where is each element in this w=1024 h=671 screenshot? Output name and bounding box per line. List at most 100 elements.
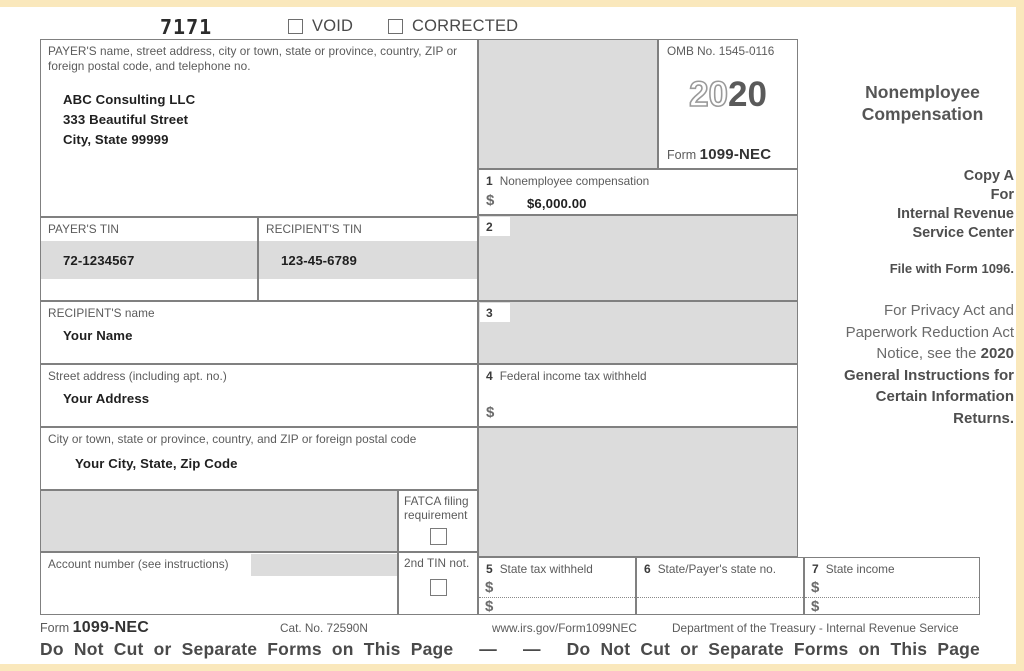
file-with-form-1096: File with Form 1096.: [889, 261, 1014, 276]
page-edge-top: [0, 0, 1024, 7]
box-5-label: State tax withheld: [499, 562, 593, 576]
second-tin-caption: 2nd TIN not.: [404, 556, 470, 570]
box-5-header: 5 State tax withheld: [486, 562, 593, 576]
box-4-header: 4 Federal income tax withheld: [486, 369, 647, 383]
form-grid: PAYER'S name, street address, city or to…: [40, 39, 1014, 615]
box-4-dollar-sign: $: [486, 404, 495, 421]
page-edge-right: [1016, 0, 1024, 671]
box-6-divider: [637, 597, 803, 598]
recipient-city-box[interactable]: City or town, state or province, country…: [40, 427, 478, 490]
tax-year-dim: 20: [688, 75, 729, 115]
copy-line-3: Internal Revenue: [897, 206, 1014, 222]
box-7-label: State income: [825, 562, 895, 576]
recipient-street-caption: Street address (including apt. no.): [48, 369, 227, 383]
box-4-number: 4: [486, 369, 493, 383]
copy-a-column: Copy A For Internal Revenue Service Cent…: [828, 167, 1014, 429]
fatca-checkbox[interactable]: [430, 528, 447, 545]
void-checkbox[interactable]: [288, 19, 303, 34]
box-2: 2: [478, 215, 798, 301]
payer-name-caption: PAYER'S name, street address, city or to…: [48, 44, 458, 73]
box-6-header: 6 State/Payer's state no.: [644, 562, 776, 576]
footer-form-word: Form: [40, 621, 70, 635]
copy-line-2: For: [990, 187, 1014, 203]
fatca-caption: FATCA filing requirement: [404, 494, 469, 522]
do-not-cut-dash-left: —: [479, 639, 497, 659]
box-3-number-tab: [480, 303, 510, 322]
box-7-header: 7 State income: [812, 562, 895, 576]
ocr-form-number: 7171: [160, 15, 213, 39]
second-tin-checkbox[interactable]: [430, 579, 447, 596]
box-1-value: $6,000.00: [527, 196, 587, 211]
box-5-dollar-sign-2: $: [485, 598, 494, 615]
recipient-street-value: Your Address: [63, 391, 150, 406]
box-7-number: 7: [812, 562, 819, 576]
box-2-header: 2: [486, 220, 493, 234]
recipient-street-box[interactable]: Street address (including apt. no.) Your…: [40, 364, 478, 427]
box-5-state-tax-withheld[interactable]: 5 State tax withheld $ $: [478, 557, 636, 615]
form-word: Form: [667, 148, 697, 162]
void-checkbox-group[interactable]: VOID: [288, 17, 353, 36]
box-3: 3: [478, 301, 798, 364]
form-title: Nonemployee Compensation: [830, 81, 1015, 125]
recipient-city-caption: City or town, state or province, country…: [48, 432, 417, 446]
box-1-number: 1: [486, 174, 493, 188]
tax-year: 2020: [659, 75, 797, 115]
box-4-label: Federal income tax withheld: [499, 369, 647, 383]
fatca-caption-line1: FATCA filing: [404, 494, 469, 508]
box-6-number: 6: [644, 562, 651, 576]
box-2-number: 2: [486, 220, 493, 234]
box-7-dollar-sign-1: $: [811, 579, 820, 596]
account-number-box[interactable]: Account number (see instructions): [40, 552, 398, 615]
payer-citystatezip-value: City, State 99999: [63, 132, 169, 147]
form-sheet: 7171 VOID CORRECTED PAYER'S name, street…: [0, 7, 1014, 667]
box-2-number-tab: [480, 217, 510, 236]
footer-form-number: 1099-NEC: [72, 619, 149, 636]
omb-number-label: OMB No. 1545-0116: [667, 44, 775, 58]
box-1-nonemployee-compensation[interactable]: 1 Nonemployee compensation $ $6,000.00: [478, 169, 798, 215]
form-designation: Form 1099-NEC: [667, 146, 771, 163]
recipient-tin-box[interactable]: RECIPIENT'S TIN 123-45-6789: [258, 217, 478, 301]
second-tin-box[interactable]: 2nd TIN not.: [398, 552, 478, 615]
box-1-dollar-sign: $: [486, 192, 495, 209]
blank-shaded-strip: [40, 490, 398, 552]
form-1099-nec-page: 7171 VOID CORRECTED PAYER'S name, street…: [0, 0, 1024, 671]
recipient-tin-caption: RECIPIENT'S TIN: [266, 222, 362, 236]
box-7-divider: [805, 597, 979, 598]
box-4-federal-income-tax-withheld[interactable]: 4 Federal income tax withheld $: [478, 364, 798, 427]
copy-line-1: Copy A: [963, 168, 1014, 184]
payer-name-value: ABC Consulting LLC: [63, 92, 196, 107]
box-6-state-payer-state-no[interactable]: 6 State/Payer's state no.: [636, 557, 804, 615]
do-not-cut-dash-right: —: [522, 639, 541, 659]
form-number: 1099-NEC: [699, 146, 772, 163]
payer-name-box[interactable]: PAYER'S name, street address, city or to…: [40, 39, 478, 217]
box-3-number: 3: [486, 306, 493, 320]
corrected-checkbox-group[interactable]: CORRECTED: [388, 17, 518, 36]
footer-irs-url[interactable]: www.irs.gov/Form1099NEC: [492, 621, 637, 635]
box-6-label: State/Payer's state no.: [657, 562, 777, 576]
payer-tin-value: 72-1234567: [63, 253, 135, 268]
payer-tin-box[interactable]: PAYER'S TIN 72-1234567: [40, 217, 258, 301]
omb-year-box: OMB No. 1545-0116 2020 Form 1099-NEC: [658, 39, 798, 169]
tax-year-bold: 20: [728, 75, 767, 114]
box-7-dollar-sign-2: $: [811, 598, 820, 615]
recipient-name-value: Your Name: [63, 328, 133, 343]
box-5-divider: [479, 597, 635, 598]
privacy-act-notice: For Privacy Act and Paperwork Reduction …: [828, 300, 1014, 429]
account-number-caption: Account number (see instructions): [48, 557, 229, 571]
box-1-label: Nonemployee compensation: [499, 174, 650, 188]
corrected-checkbox[interactable]: [388, 19, 403, 34]
box-7-state-income[interactable]: 7 State income $ $: [804, 557, 980, 615]
fatca-filing-box[interactable]: FATCA filing requirement: [398, 490, 478, 552]
footer-department: Department of the Treasury - Internal Re…: [672, 621, 959, 635]
box-5-dollar-sign-1: $: [485, 579, 494, 596]
recipient-name-box[interactable]: RECIPIENT'S name Your Name: [40, 301, 478, 364]
copy-line-4: Service Center: [912, 225, 1014, 241]
form-title-line1: Nonemployee: [865, 82, 980, 102]
payer-filler-shaded-box: [478, 39, 658, 169]
do-not-cut-left: Do Not Cut or Separate Forms on This Pag…: [40, 639, 454, 659]
footer-catalog-number: Cat. No. 72590N: [280, 621, 368, 635]
form-footer: Form 1099-NEC Cat. No. 72590N www.irs.go…: [40, 619, 980, 667]
payer-street-value: 333 Beautiful Street: [63, 112, 189, 127]
recipient-tin-value: 123-45-6789: [281, 253, 357, 268]
form-title-line2: Compensation: [861, 104, 984, 124]
